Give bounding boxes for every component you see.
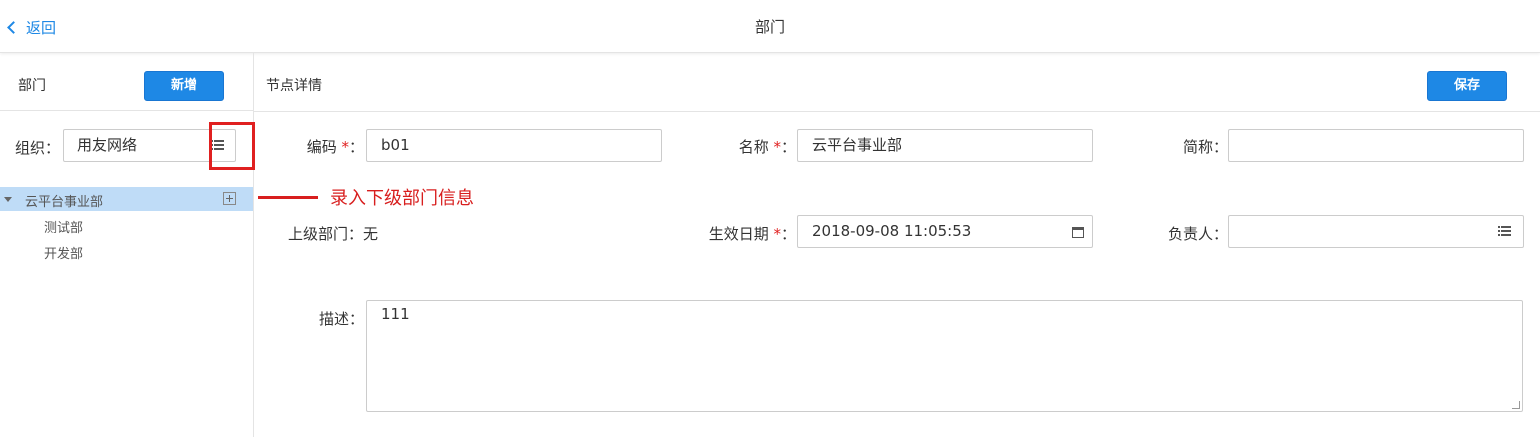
code-label: 编码 *：: [306, 138, 364, 156]
effective-date-value: 2018-09-08 11:05:53: [812, 222, 972, 240]
calendar-icon[interactable]: [1072, 227, 1084, 238]
list-icon[interactable]: [1498, 226, 1511, 237]
main-header: 节点详情 保存: [254, 53, 1540, 112]
sidebar-title: 部门: [18, 78, 46, 94]
description-value: 111: [381, 305, 410, 323]
parent-label: 上级部门：无: [288, 225, 379, 243]
effective-date-input[interactable]: 2018-09-08 11:05:53: [797, 215, 1093, 248]
add-child-icon[interactable]: [223, 192, 236, 205]
tree-node-child[interactable]: 测试部: [44, 217, 83, 236]
sidebar-header: 部门 新增: [0, 53, 253, 111]
short-name-input[interactable]: [1228, 129, 1524, 162]
org-label: 组织：: [15, 139, 61, 157]
caret-down-icon[interactable]: [4, 197, 12, 202]
resize-handle-icon[interactable]: [1512, 401, 1520, 409]
owner-input[interactable]: [1228, 215, 1524, 248]
highlight-box: [209, 122, 255, 170]
new-button[interactable]: 新增: [144, 71, 224, 101]
owner-label: 负责人：: [1167, 225, 1228, 243]
code-input[interactable]: b01: [366, 129, 662, 162]
name-label: 名称 *：: [738, 138, 796, 156]
main-title: 节点详情: [266, 78, 322, 94]
parent-value: 无: [363, 225, 379, 243]
tree-node-root[interactable]: 云平台事业部: [0, 187, 253, 211]
sidebar: 部门 新增 组织： 用友网络 云平台事业部 测试部 开发部: [0, 53, 254, 437]
org-value: 用友网络: [77, 136, 138, 154]
tree-node-child[interactable]: 开发部: [44, 243, 83, 262]
annotation-text: 录入下级部门信息: [330, 188, 474, 209]
top-bar: 返回 部门: [0, 0, 1540, 53]
short-name-label: 简称：: [1182, 138, 1228, 156]
effective-date-label: 生效日期 *：: [708, 225, 796, 243]
save-button[interactable]: 保存: [1427, 71, 1507, 101]
description-textarea[interactable]: 111: [366, 300, 1523, 412]
name-input[interactable]: 云平台事业部: [797, 129, 1093, 162]
tree-node-label: 云平台事业部: [25, 195, 104, 210]
annotation-line: [258, 196, 318, 199]
page-title: 部门: [754, 18, 785, 36]
description-label: 描述：: [318, 310, 364, 328]
